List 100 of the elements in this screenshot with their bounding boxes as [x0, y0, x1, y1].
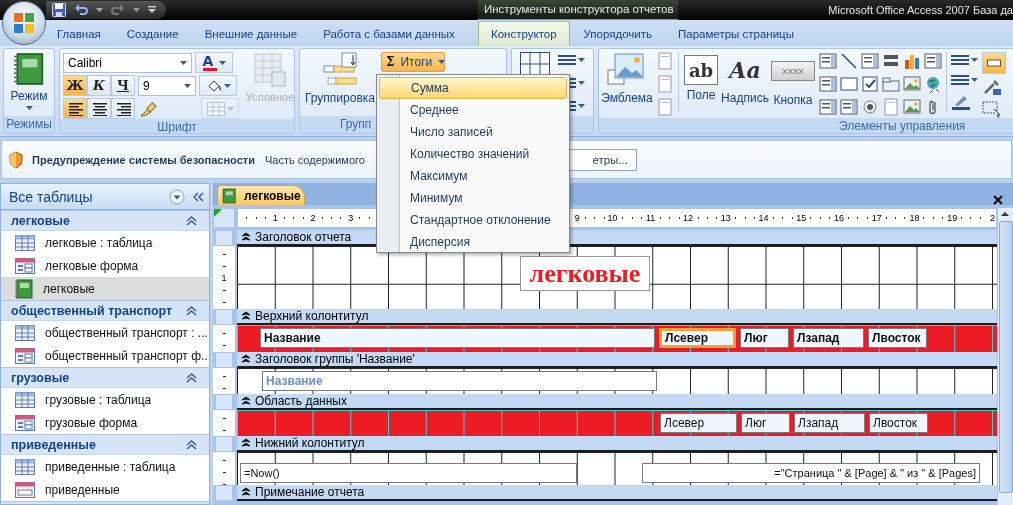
text-box-control[interactable]: Лсевер — [660, 413, 737, 433]
section-bar[interactable]: Нижний колонтитул — [237, 436, 997, 452]
caret-icon[interactable] — [578, 81, 585, 85]
menu-item[interactable]: Минимум — [379, 187, 567, 209]
font-color-button[interactable]: A — [195, 52, 233, 73]
section-bar[interactable]: Примечание отчета — [237, 485, 997, 501]
checkbox-icon[interactable] — [861, 75, 879, 93]
chart-icon[interactable] — [903, 52, 921, 70]
ribbon-tab[interactable]: Внешние данные — [192, 22, 310, 46]
document-tab[interactable]: легковые — [217, 185, 305, 205]
logo-button[interactable]: Эмблема — [602, 52, 652, 116]
picture-icon — [607, 52, 647, 88]
text-box-control[interactable]: ="Страница " & [Page] & " из " & [Pages] — [642, 463, 980, 483]
navigation-item[interactable]: легковые — [1, 277, 209, 300]
label-control[interactable]: Лсевер — [659, 328, 736, 348]
globe-icon[interactable] — [924, 75, 942, 93]
caption-tool-button[interactable]: Aa Надпись — [723, 52, 767, 116]
combo-box-icon[interactable] — [819, 52, 837, 70]
align-button[interactable] — [87, 98, 111, 119]
image-frame-icon[interactable] — [903, 75, 921, 93]
customize-icon[interactable] — [148, 6, 156, 14]
text-box-control[interactable]: Лвосток — [869, 413, 928, 433]
font-size-field[interactable]: 9 — [138, 75, 196, 96]
caret-icon[interactable] — [223, 83, 231, 88]
caret-icon[interactable] — [218, 60, 226, 65]
lines-icon[interactable] — [951, 74, 969, 86]
section-bar[interactable]: Верхний колонтитул — [237, 309, 997, 325]
font-style-button[interactable]: Ж — [63, 75, 87, 96]
section-bar[interactable]: Заголовок группы 'Название' — [237, 352, 997, 368]
collapse-icon[interactable] — [186, 439, 197, 450]
tools-icon[interactable] — [982, 78, 1002, 96]
field-tool-button[interactable]: ab Поле — [683, 52, 719, 116]
undo-icon[interactable] — [74, 3, 88, 17]
text-box-control[interactable]: Лзапад — [794, 413, 865, 433]
label-control[interactable]: Люг — [740, 328, 789, 348]
align-button[interactable] — [111, 98, 135, 119]
caret-icon[interactable] — [133, 8, 140, 12]
form-icon — [15, 257, 35, 274]
font-style-button[interactable]: К — [87, 75, 111, 96]
radio-icon[interactable] — [861, 98, 879, 116]
navigation-group-header[interactable]: грузовые — [1, 367, 209, 388]
totals-button[interactable]: Σ Итоги — [381, 52, 445, 72]
lines-icon[interactable] — [558, 54, 576, 66]
report-title[interactable]: легковые — [520, 256, 650, 291]
ruler-number: 3 — [347, 213, 355, 223]
select-tool-button[interactable] — [982, 52, 1006, 74]
item-label: легковые форма — [45, 258, 139, 273]
align-icon — [91, 101, 107, 116]
caret-icon[interactable] — [96, 8, 103, 12]
scrollbar[interactable] — [997, 208, 1013, 505]
close-icon[interactable] — [993, 195, 1003, 205]
dropdown-icon[interactable] — [169, 188, 185, 205]
align-button[interactable] — [63, 98, 87, 119]
caret-icon[interactable] — [184, 83, 191, 88]
picture-icon[interactable] — [903, 98, 921, 116]
ribbon-tab[interactable]: Главная — [45, 22, 113, 46]
line-icon[interactable] — [840, 52, 858, 70]
grouping-button[interactable]: Группировка — [303, 52, 377, 116]
scroll-thumb[interactable] — [999, 221, 1013, 493]
navigation-group-header[interactable]: приведенные — [1, 434, 209, 455]
caret-icon[interactable] — [971, 58, 978, 62]
font-name-field[interactable]: Calibri — [63, 52, 192, 73]
caret-icon[interactable] — [438, 60, 446, 64]
button-tool-button[interactable]: XXXX Кнопка — [771, 52, 815, 116]
collapse-icon[interactable] — [186, 305, 197, 316]
caret-icon[interactable] — [578, 58, 585, 62]
navigation-group-header[interactable]: общественный транспорт — [1, 300, 209, 321]
text-box-control[interactable]: =Now() — [240, 463, 577, 483]
caret-icon[interactable] — [578, 104, 585, 108]
list-box-icon[interactable] — [819, 75, 837, 93]
text-box-control[interactable]: Люг — [741, 413, 790, 433]
caret-icon[interactable] — [180, 60, 187, 65]
save-icon[interactable] — [52, 3, 66, 17]
lines-icon[interactable] — [951, 54, 969, 66]
section-bar[interactable]: Область данных — [237, 394, 997, 410]
font-style-button[interactable]: Ч — [111, 75, 135, 96]
ribbon-tab[interactable]: Конструктор — [478, 21, 570, 46]
ribbon-tab[interactable]: Создание — [114, 22, 191, 46]
selection-icon[interactable] — [982, 100, 1002, 118]
view-button[interactable]: Режим — [7, 52, 51, 116]
collapse-icon[interactable] — [186, 372, 197, 383]
menu-item[interactable]: Стандартное отклонение — [379, 209, 567, 231]
fill-color-button[interactable] — [199, 75, 237, 96]
label-control[interactable]: Название — [260, 328, 655, 348]
vertical-ruler — [213, 452, 235, 485]
ribbon-tab[interactable]: Работа с базами данных — [311, 22, 467, 46]
collapse-icon[interactable] — [186, 215, 197, 226]
collapse-pane-icon[interactable] — [191, 189, 205, 204]
caret-icon[interactable] — [25, 106, 33, 110]
navigation-group-header[interactable]: легковые — [1, 210, 209, 231]
redo-icon[interactable] — [111, 3, 125, 17]
caret-icon[interactable] — [971, 78, 978, 82]
table-grid-icon[interactable] — [520, 52, 550, 76]
text-box-icon[interactable] — [861, 52, 879, 70]
label-control[interactable]: Лвосток — [868, 328, 927, 348]
format-painter-icon[interactable] — [138, 99, 158, 118]
label-control[interactable]: Лзапад — [793, 328, 864, 348]
ribbon-tab[interactable]: Параметры страницы — [666, 22, 806, 46]
ribbon-tab[interactable]: Упорядочить — [571, 22, 664, 46]
menu-item[interactable]: Сумма — [379, 77, 567, 99]
